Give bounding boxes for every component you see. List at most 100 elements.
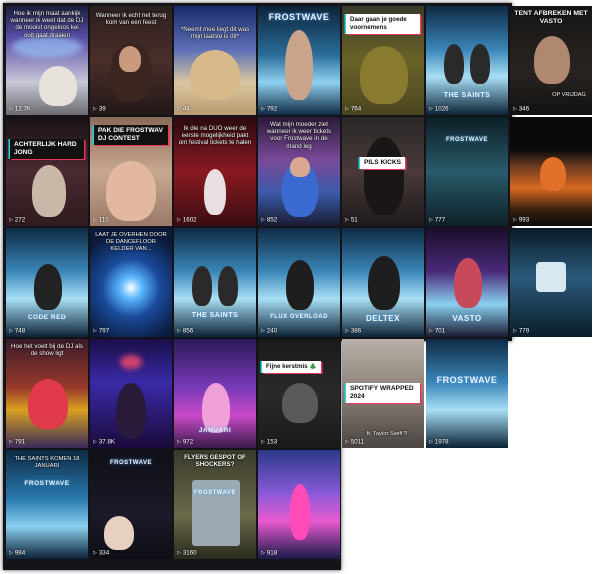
video-tile[interactable]: ▷ 918 (258, 450, 340, 559)
brand-title: FROSTWAVE (445, 137, 489, 143)
puppet-image (28, 379, 68, 429)
play-icon: ▷ (177, 105, 181, 112)
video-tile[interactable]: Ik die na DUO weer de eerste mogelijkhei… (174, 117, 256, 226)
video-tile[interactable]: JANUARI ▷ 972 (174, 339, 256, 448)
person-image (364, 137, 404, 215)
video-tile[interactable]: VASTO ▷ 701 (426, 228, 508, 337)
video-tile[interactable]: THE SAINTS ▷ 856 (174, 228, 256, 337)
video-tile[interactable]: FROSTWAVE ▷ 334 (90, 450, 172, 559)
video-tile[interactable]: Hoe ik mijn maat aankijk wanneer ik weet… (6, 6, 88, 115)
video-tile[interactable]: FROSTWAVE ▷ 777 (426, 117, 508, 226)
view-count: ▷ 764 (345, 105, 362, 112)
video-tile[interactable]: FROSTWAVE ▷ 1978 (426, 339, 508, 448)
video-caption: TENT AFBREKEN MET VASTO (514, 10, 588, 25)
brand-title: THE SAINTS (191, 312, 239, 319)
video-tile[interactable]: TENT AFBREKEN MET VASTO OP VRIJDAG ▷ 346 (510, 6, 592, 115)
video-caption: THE SAINTS KOMEN 18 JANUARI (14, 456, 80, 470)
play-icon: ▷ (177, 216, 181, 223)
video-caption: *Neemt mee liegt dit was mijn laatste is… (180, 26, 250, 41)
video-tile[interactable]: ▷ 993 (510, 117, 592, 226)
view-count: ▷ 797 (93, 327, 110, 334)
view-count: ▷ 5011 (345, 438, 365, 445)
face-image (119, 46, 141, 72)
play-icon: ▷ (261, 438, 265, 445)
play-icon: ▷ (345, 105, 349, 112)
view-count: ▷ 12.7K (9, 105, 32, 112)
stage-lights (12, 36, 82, 58)
video-tile[interactable]: DELTEX ▷ 386 (342, 228, 424, 337)
video-tile[interactable]: Wat mijn moeder ziet wanneer ik weer tic… (258, 117, 340, 226)
play-icon: ▷ (93, 327, 97, 334)
play-icon: ▷ (93, 216, 97, 223)
play-icon: ▷ (345, 327, 349, 334)
baby-image (104, 516, 134, 550)
view-count: ▷ 972 (177, 438, 194, 445)
dj-image (286, 260, 314, 310)
play-icon: ▷ (9, 438, 13, 445)
play-icon: ▷ (9, 216, 13, 223)
scene-image (282, 383, 318, 423)
view-count: ▷ 779 (513, 327, 530, 334)
video-tile[interactable]: FLUX OVERLOAD ▷ 240 (258, 228, 340, 337)
video-tile[interactable]: PAK DIE FROSTWAV DJ CONTEST ▷ 110 (90, 117, 172, 226)
person-image (360, 46, 408, 104)
video-tile[interactable]: FLYERS GESPOT OF SHOCKERS? FROSTWAVE ▷ 31… (174, 450, 256, 559)
video-tile[interactable]: FROSTWAVE ▷ 792 (258, 6, 340, 115)
view-count: ▷ 792 (261, 105, 278, 112)
text-sticker: Fijne kerstmis 🎄 (262, 361, 322, 373)
play-icon: ▷ (429, 438, 433, 445)
play-icon: ▷ (177, 438, 181, 445)
person-image (202, 383, 230, 433)
video-tile[interactable]: Fijne kerstmis 🎄 ▷ 153 (258, 339, 340, 448)
play-icon: ▷ (261, 216, 265, 223)
text-sticker: PAK DIE FROSTWAV DJ CONTEST (94, 125, 168, 145)
play-icon: ▷ (93, 549, 97, 556)
play-icon: ▷ (429, 216, 433, 223)
video-tile[interactable]: *Neemt mee liegt dit was mijn laatste is… (174, 6, 256, 115)
video-tile[interactable]: Hoe het voelt bij de DJ als de show ligt… (6, 339, 88, 448)
video-tile[interactable]: Wanneer ik echt net terug kom van een fe… (90, 6, 172, 115)
person-image (540, 157, 566, 191)
brand-title: JANUARI (198, 427, 232, 434)
video-tile[interactable]: LAAT JE OVERHEN DOOR DE DANCEFLOOR KELDE… (90, 228, 172, 337)
view-count: ▷ 918 (261, 549, 278, 556)
video-tile[interactable]: SPOTIFY WRAPPED 2024 ft. Taylor Swift?! … (342, 339, 424, 448)
view-count: ▷ 993 (513, 216, 530, 223)
face-image (290, 157, 310, 177)
video-tile[interactable]: ACHTERLIJK HARD JONG ▷ 272 (6, 117, 88, 226)
cat-image (190, 50, 240, 100)
thumbnail (426, 339, 508, 448)
person-image (290, 484, 310, 540)
view-count: ▷ 386 (345, 327, 362, 334)
view-count: ▷ 852 (261, 216, 278, 223)
play-icon: ▷ (9, 327, 13, 334)
play-icon: ▷ (261, 327, 265, 334)
dj-image (218, 266, 238, 306)
play-icon: ▷ (513, 327, 517, 334)
video-tile[interactable]: PILS KICKS ▷ 51 (342, 117, 424, 226)
video-caption: Wanneer ik echt net terug kom van een fe… (95, 12, 167, 27)
video-tile[interactable]: CODE RED ▷ 748 (6, 228, 88, 337)
play-icon: ▷ (345, 438, 349, 445)
text-sticker: ACHTERLIJK HARD JONG (10, 139, 84, 159)
video-tile[interactable]: ▷ 779 (510, 228, 592, 337)
play-icon: ▷ (513, 105, 517, 112)
video-tile[interactable]: Daar gaan je goede voornemens ▷ 764 (342, 6, 424, 115)
dj-image (368, 256, 400, 310)
dj-image (454, 258, 482, 308)
video-subcaption: OP VRIJDAG (552, 92, 586, 98)
video-caption: Hoe ik mijn maat aankijk wanneer ik weet… (10, 10, 84, 39)
play-icon: ▷ (9, 105, 13, 112)
view-count: ▷ 1602 (177, 216, 197, 223)
video-tile[interactable]: THE SAINTS KOMEN 18 JANUARI FROSTWAVE ▷ 9… (6, 450, 88, 559)
play-icon: ▷ (513, 216, 517, 223)
view-count: ▷ 44 (177, 105, 190, 112)
video-tile[interactable]: ▷ 37.8K (90, 339, 172, 448)
brand-title: FROSTWAVE (193, 490, 237, 496)
text-sticker: SPOTIFY WRAPPED 2024 (346, 383, 420, 403)
video-tile[interactable]: THE SAINTS ▷ 1026 (426, 6, 508, 115)
person-image (285, 30, 313, 100)
dj-image (192, 266, 212, 306)
play-icon: ▷ (429, 327, 433, 334)
logo-image (536, 262, 566, 292)
